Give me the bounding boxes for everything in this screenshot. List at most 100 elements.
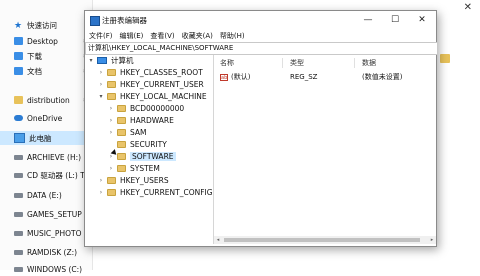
expand-arrow-icon[interactable]: › [107, 117, 115, 124]
menu-view[interactable]: 查看(V) [147, 30, 177, 42]
value-data: (数值未设置) [362, 73, 403, 81]
folder-icon [107, 69, 116, 76]
nav-item-label: RAMDISK (Z:) [27, 247, 78, 257]
nav-item-label: CD 驱动器 (L:) TF [27, 170, 90, 180]
nav-item-quick-access[interactable]: ★ 快速访问 [0, 18, 92, 32]
scroll-right-icon[interactable]: ▸ [428, 236, 436, 244]
close-button[interactable]: ✕ [409, 11, 435, 30]
nav-item-label: OneDrive [27, 113, 63, 123]
tree-node-label: HKEY_LOCAL_MACHINE [120, 92, 207, 101]
nav-item-distribution[interactable]: distribution✱ [0, 93, 92, 107]
folder-icon [14, 96, 23, 104]
drive-icon [14, 249, 23, 255]
nav-item-drive-e[interactable]: DATA (E:) [0, 188, 92, 202]
tree-node-hkcc[interactable]: › HKEY_CURRENT_CONFIG [97, 187, 213, 198]
documents-icon [14, 67, 23, 75]
navigation-pane: ★ 快速访问 Desktop✱ 下载✱ 文档✱ distribution✱ One… [0, 0, 93, 274]
scrollbar-thumb[interactable] [224, 238, 420, 242]
nav-item-drive-c[interactable]: WINDOWS (C:) [0, 262, 92, 276]
tree-node-hkcu[interactable]: › HKEY_CURRENT_USER [97, 79, 204, 90]
cloud-icon [14, 115, 23, 121]
folder-icon [107, 189, 116, 196]
drive-icon [14, 211, 23, 217]
star-icon: ★ [14, 21, 23, 31]
value-row[interactable]: ab (默认) REG_SZ (数值未设置) [214, 72, 436, 83]
folder-icon [117, 129, 126, 136]
expand-arrow-icon[interactable]: › [107, 105, 115, 112]
nav-item-label: 文档 [27, 66, 42, 76]
expand-arrow-icon[interactable]: ▾ [87, 57, 95, 64]
nav-item-label: distribution [27, 95, 70, 105]
tree-node-system[interactable]: › SYSTEM [107, 163, 160, 174]
value-name: (默认) [231, 73, 251, 81]
nav-item-label: DATA (E:) [27, 190, 62, 200]
nav-item-games-setup[interactable]: GAMES_SETUP ( [0, 207, 92, 221]
expand-arrow-icon[interactable]: › [97, 177, 105, 184]
nav-item-label: WINDOWS (C:) [27, 264, 83, 274]
nav-item-label: ARCHIEVE (H:) [27, 152, 82, 162]
desktop-folder-icon [14, 37, 23, 45]
tree-node-hardware[interactable]: › HARDWARE [107, 115, 174, 126]
folder-icon [117, 165, 126, 172]
menu-favorites[interactable]: 收藏夹(A) [179, 30, 216, 42]
column-header-data[interactable]: 数据 [362, 58, 376, 68]
nav-item-drive-h[interactable]: ARCHIEVE (H:) [0, 150, 92, 164]
title-bar[interactable]: 注册表编辑器 — ☐ ✕ [85, 11, 436, 30]
nav-item-ramdisk[interactable]: RAMDISK (Z:) [0, 245, 92, 259]
nav-item-label: MUSIC_PHOTO ( [27, 228, 87, 238]
folder-icon[interactable] [440, 54, 450, 63]
folder-icon [117, 141, 126, 148]
tree-node-computer[interactable]: ▾ 计算机 [87, 55, 134, 66]
menu-file[interactable]: 文件(F) [86, 30, 116, 42]
tree-node-security[interactable]: SECURITY [107, 139, 167, 150]
values-list: 名称 类型 数据 ab (默认) REG_SZ (数值未设置) ◂ ▸ [214, 55, 436, 244]
tree-node-label: BCD00000000 [130, 104, 185, 113]
menu-edit[interactable]: 编辑(E) [117, 30, 147, 42]
expand-arrow-icon[interactable]: › [107, 165, 115, 172]
nav-item-desktop[interactable]: Desktop✱ [0, 34, 92, 48]
nav-item-documents[interactable]: 文档✱ [0, 64, 92, 78]
nav-item-onedrive[interactable]: OneDrive [0, 111, 92, 125]
menu-help[interactable]: 帮助(H) [217, 30, 248, 42]
tree-node-label: 计算机 [111, 56, 134, 65]
nav-item-music-photo[interactable]: MUSIC_PHOTO ( [0, 226, 92, 240]
column-header-type[interactable]: 类型 [290, 58, 304, 68]
maximize-button[interactable]: ☐ [382, 11, 408, 30]
tree-node-sam[interactable]: › SAM [107, 127, 147, 138]
nav-item-cd-drive[interactable]: CD 驱动器 (L:) TF [0, 168, 92, 182]
string-value-icon: ab [220, 74, 228, 81]
value-type: REG_SZ [290, 73, 318, 81]
close-icon[interactable]: ✕ [464, 2, 472, 13]
tree-node-bcd[interactable]: › BCD00000000 [107, 103, 184, 114]
column-divider[interactable] [282, 58, 283, 68]
scroll-left-icon[interactable]: ◂ [214, 236, 222, 244]
expand-arrow-icon[interactable]: › [107, 129, 115, 136]
drive-icon [14, 192, 23, 198]
list-horizontal-scrollbar[interactable]: ◂ ▸ [214, 236, 436, 244]
folder-icon [117, 117, 126, 124]
nav-item-label: 此电脑 [29, 133, 52, 143]
tree-node-label: SAM [130, 128, 147, 137]
address-bar[interactable]: 计算机\HKEY_LOCAL_MACHINE\SOFTWARE [85, 42, 438, 55]
column-divider[interactable] [354, 58, 355, 68]
minimize-button[interactable]: — [355, 11, 381, 30]
expand-arrow-icon[interactable]: › [97, 81, 105, 88]
expand-arrow-icon[interactable]: › [97, 69, 105, 76]
tree-node-hkcr[interactable]: › HKEY_CLASSES_ROOT [97, 67, 203, 78]
nav-item-label: 快速访问 [27, 20, 57, 30]
nav-item-label: GAMES_SETUP ( [27, 209, 88, 219]
collapse-arrow-icon[interactable]: ▾ [97, 93, 105, 100]
column-header-name[interactable]: 名称 [220, 58, 234, 68]
folder-icon [107, 81, 116, 88]
nav-item-this-pc[interactable]: 此电脑 [0, 131, 92, 145]
nav-item-downloads[interactable]: 下载✱ [0, 49, 92, 63]
drive-icon [14, 230, 23, 236]
explorer-content-pane [436, 0, 480, 270]
tree-node-label: HKEY_CURRENT_USER [120, 80, 204, 89]
drive-icon [14, 154, 23, 160]
window-title: 注册表编辑器 [102, 16, 147, 25]
tree-node-hklm[interactable]: ▾ HKEY_LOCAL_MACHINE [97, 91, 207, 102]
expand-arrow-icon[interactable]: › [97, 189, 105, 196]
tree-node-hku[interactable]: › HKEY_USERS [97, 175, 169, 186]
tree-node-label: HKEY_USERS [120, 176, 169, 185]
